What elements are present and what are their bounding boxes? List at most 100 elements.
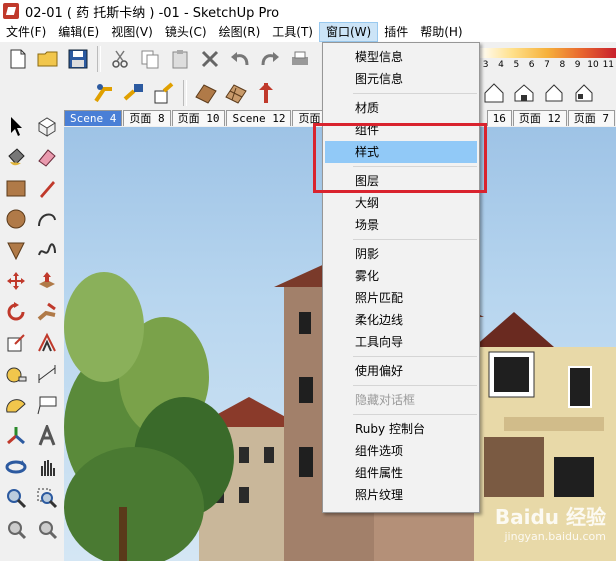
scale-label: 11 — [602, 60, 615, 70]
baidu-watermark: Baidu 经验 jingyan.baidu.com — [495, 501, 606, 543]
menu-item-photo-textures[interactable]: 照片纹理 — [323, 484, 479, 506]
scale-label: 3 — [482, 60, 489, 70]
camera-position-icon — [154, 82, 174, 104]
redo-button[interactable] — [256, 45, 284, 73]
tab-page-12[interactable]: 页面 12 — [512, 110, 567, 126]
rectangle-tool-button[interactable] — [0, 172, 31, 203]
undo-button[interactable] — [226, 45, 254, 73]
redo-icon — [261, 52, 279, 66]
sandbox-smoove-button[interactable] — [192, 79, 220, 107]
paste-button[interactable] — [166, 45, 194, 73]
rectangle-icon — [6, 180, 25, 196]
axes-icon — [6, 426, 25, 444]
erase-button[interactable] — [196, 45, 224, 73]
menu-item-preferences[interactable]: 使用偏好 — [323, 360, 479, 382]
tab-page-8[interactable]: 页面 8 — [123, 110, 171, 126]
menu-item-match-photo[interactable]: 照片匹配 — [323, 287, 479, 309]
move-tool-button[interactable] — [0, 265, 31, 296]
menu-item-components[interactable]: 组件 — [323, 119, 479, 141]
freehand-tool-button[interactable] — [31, 234, 62, 265]
make-component-button[interactable] — [31, 110, 62, 141]
menu-help[interactable]: 帮助(H) — [414, 22, 468, 42]
top-view-button[interactable] — [510, 79, 538, 107]
menu-item-shadows[interactable]: 阴影 — [323, 243, 479, 265]
eye-arrow-icon — [123, 84, 143, 101]
scale-label: 5 — [513, 60, 520, 70]
menu-item-fog[interactable]: 雾化 — [323, 265, 479, 287]
polygon-tool-button[interactable] — [0, 234, 31, 265]
scale-label: 10 — [587, 60, 599, 70]
house-icon — [484, 83, 504, 103]
menu-item-layers[interactable]: 图层 — [323, 170, 479, 192]
previous-view-button[interactable] — [0, 513, 31, 544]
circle-tool-button[interactable] — [0, 203, 31, 234]
tape-measure-button[interactable] — [0, 358, 31, 389]
follow-me-button[interactable] — [31, 296, 62, 327]
right-view-button[interactable] — [570, 79, 598, 107]
terrain-grid-icon — [225, 84, 247, 104]
menu-item-scenes[interactable]: 场景 — [323, 214, 479, 236]
menu-item-soften-edges[interactable]: 柔化边线 — [323, 309, 479, 331]
protractor-button[interactable] — [0, 389, 31, 420]
menu-item-model-info[interactable]: 模型信息 — [323, 46, 479, 68]
next-view-button[interactable] — [31, 513, 62, 544]
tab-16[interactable]: 16 — [486, 110, 512, 126]
push-pull-button[interactable] — [31, 265, 62, 296]
3d-text-button[interactable] — [31, 420, 62, 451]
menu-file[interactable]: 文件(F) — [0, 22, 52, 42]
zoom-tool-button[interactable] — [0, 482, 31, 513]
dimension-tool-button[interactable] — [31, 358, 62, 389]
rotate-tool-button[interactable] — [0, 296, 31, 327]
floppy-disk-icon — [68, 49, 88, 69]
eraser-button[interactable] — [31, 141, 62, 172]
sandbox-stamp-button[interactable] — [222, 79, 250, 107]
menu-plugins[interactable]: 插件 — [378, 22, 414, 42]
scale-tool-button[interactable] — [0, 327, 31, 358]
tab-page-10[interactable]: 页面 10 — [171, 110, 226, 126]
line-tool-button[interactable] — [31, 172, 62, 203]
menu-item-component-options[interactable]: 组件选项 — [323, 440, 479, 462]
select-tool-button[interactable] — [0, 110, 31, 141]
orbit-tool-button[interactable] — [0, 451, 31, 482]
front-view-button[interactable] — [540, 79, 568, 107]
menu-item-styles[interactable]: 样式 — [325, 141, 477, 163]
menu-item-outliner[interactable]: 大纲 — [323, 192, 479, 214]
offset-tool-button[interactable] — [31, 327, 62, 358]
color-scale-labels: 3 4 5 6 7 8 9 10 11 — [478, 60, 616, 70]
menu-item-instructor[interactable]: 工具向导 — [323, 331, 479, 353]
tab-scene-12[interactable]: Scene 12 — [226, 110, 292, 126]
paste-icon — [172, 50, 188, 69]
pan-tool-button[interactable] — [31, 451, 62, 482]
menu-tools[interactable]: 工具(T) — [266, 22, 319, 42]
tape-measure-icon — [6, 367, 26, 382]
print-button[interactable] — [286, 45, 314, 73]
position-camera-button[interactable] — [150, 79, 178, 107]
paint-bucket-button[interactable] — [0, 141, 31, 172]
menu-item-materials[interactable]: 材质 — [323, 97, 479, 119]
copy-icon — [141, 50, 159, 69]
copy-button[interactable] — [136, 45, 164, 73]
hand-icon — [40, 459, 55, 476]
arc-tool-button[interactable] — [31, 203, 62, 234]
menu-window[interactable]: 窗口(W) — [318, 22, 379, 42]
cut-button[interactable] — [106, 45, 134, 73]
new-file-button[interactable] — [4, 45, 32, 73]
menu-draw[interactable]: 绘图(R) — [213, 22, 267, 42]
text-tool-button[interactable] — [31, 389, 62, 420]
save-button[interactable] — [64, 45, 92, 73]
tab-scene-4[interactable]: Scene 4 — [64, 110, 123, 126]
menu-item-entity-info[interactable]: 图元信息 — [323, 68, 479, 90]
tab-page-7[interactable]: 页面 7 — [567, 110, 615, 126]
open-file-button[interactable] — [34, 45, 62, 73]
menu-item-ruby-console[interactable]: Ruby 控制台 — [323, 418, 479, 440]
axes-tool-button[interactable] — [0, 420, 31, 451]
sandbox-drape-button[interactable] — [252, 79, 280, 107]
iso-view-button[interactable] — [480, 79, 508, 107]
menu-view[interactable]: 视图(V) — [105, 22, 159, 42]
menu-camera[interactable]: 镜头(C) — [159, 22, 213, 42]
menu-item-component-attributes[interactable]: 组件属性 — [323, 462, 479, 484]
zoom-window-button[interactable] — [31, 482, 62, 513]
look-around-button[interactable] — [120, 79, 148, 107]
walk-button[interactable] — [90, 79, 118, 107]
menu-edit[interactable]: 编辑(E) — [52, 22, 105, 42]
